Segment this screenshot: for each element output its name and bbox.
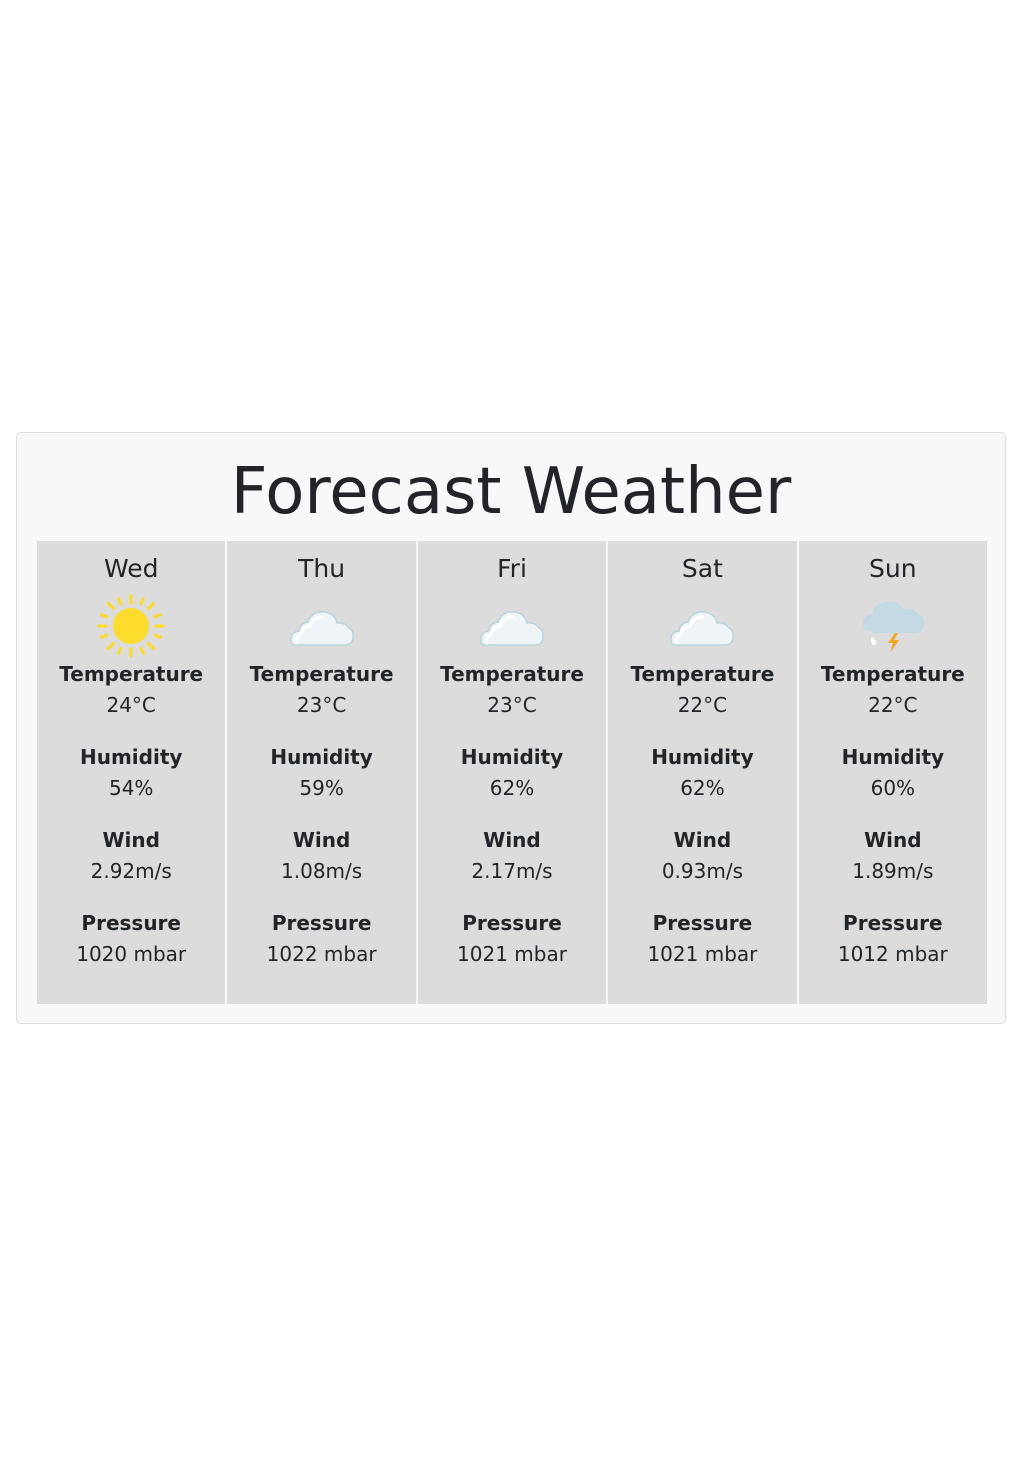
pressure-label: Pressure [81, 911, 181, 935]
temperature-value: 24°C [106, 693, 156, 717]
day-name: Sat [681, 554, 723, 583]
wind-value: 2.92m/s [90, 859, 172, 883]
pressure-label: Pressure [462, 911, 562, 935]
day-card-sun: Sun Temperature 22°C Humidity 60% Wind 1… [798, 541, 988, 1004]
pressure-label: Pressure [843, 911, 943, 935]
humidity-metric: Humidity 62% [608, 745, 796, 800]
day-card-sat: Sat Temperature 22°C Humidity 62% Wind 0… [608, 541, 797, 1004]
humidity-label: Humidity [460, 745, 564, 769]
pressure-value: 1021 mbar [647, 942, 758, 966]
temperature-label: Temperature [440, 662, 584, 686]
humidity-label: Humidity [270, 745, 373, 769]
pressure-metric: Pressure 1021 mbar [608, 911, 796, 966]
temperature-metric: Temperature 22°C [799, 662, 987, 717]
forecast-days: Wed Temperature 24°C Humidity 54% Wind 2… [37, 541, 988, 1004]
wind-metric: Wind 2.92m/s [37, 828, 225, 883]
temperature-metric: Temperature 23°C [227, 662, 415, 717]
thunderstorm-icon [862, 601, 925, 653]
wind-label: Wind [864, 828, 922, 852]
day-card-fri: Fri Temperature 23°C Humidity 62% Wind 2… [417, 541, 607, 1004]
temperature-metric: Temperature 24°C [37, 662, 225, 717]
pressure-metric: Pressure 1012 mbar [799, 911, 987, 966]
day-card-thu: Thu Temperature 23°C Humidity 59% Wind 1… [227, 541, 416, 1004]
temperature-value: 22°C [677, 693, 728, 717]
pressure-value: 1022 mbar [266, 942, 377, 966]
temperature-metric: Temperature 22°C [608, 662, 796, 717]
pressure-metric: Pressure 1022 mbar [227, 911, 415, 966]
wind-label: Wind [483, 828, 541, 852]
pressure-label: Pressure [652, 911, 753, 935]
humidity-metric: Humidity 59% [227, 745, 415, 800]
pressure-value: 1020 mbar [76, 942, 187, 966]
temperature-label: Temperature [820, 662, 965, 686]
day-name: Thu [298, 554, 346, 583]
temperature-value: 22°C [868, 693, 918, 717]
humidity-label: Humidity [841, 745, 945, 769]
wind-value: 1.89m/s [852, 859, 934, 883]
cloud-icon [289, 611, 354, 646]
day-name: Wed [103, 554, 159, 583]
pressure-label: Pressure [271, 911, 372, 935]
wind-value: 0.93m/s [661, 859, 743, 883]
temperature-metric: Temperature 23°C [418, 662, 606, 717]
temperature-label: Temperature [59, 662, 204, 686]
humidity-label: Humidity [79, 745, 183, 769]
temperature-label: Temperature [249, 662, 394, 686]
humidity-value: 59% [299, 776, 344, 800]
humidity-value: 60% [870, 776, 916, 800]
wind-metric: Wind 1.89m/s [799, 828, 987, 883]
humidity-value: 62% [680, 776, 725, 800]
day-name: Sun [869, 554, 917, 583]
humidity-value: 54% [108, 776, 154, 800]
wind-label: Wind [292, 828, 351, 852]
sun-icon [97, 594, 165, 658]
wind-metric: Wind 2.17m/s [418, 828, 606, 883]
wind-label: Wind [102, 828, 160, 852]
pressure-value: 1012 mbar [837, 942, 948, 966]
pressure-value: 1021 mbar [457, 942, 567, 966]
day-name: Fri [497, 554, 527, 583]
pressure-metric: Pressure 1020 mbar [37, 911, 225, 966]
day-card-wed: Wed Temperature 24°C Humidity 54% Wind 2… [37, 541, 226, 1004]
temperature-value: 23°C [296, 693, 347, 717]
page-title: Forecast Weather [230, 455, 792, 529]
wind-label: Wind [673, 828, 732, 852]
wind-value: 2.17m/s [471, 859, 553, 883]
wind-metric: Wind 0.93m/s [608, 828, 796, 883]
temperature-label: Temperature [630, 662, 775, 686]
forecast-panel: Forecast Weather Wed Temperature 24°C Hu… [16, 432, 1006, 1024]
temperature-value: 23°C [487, 693, 537, 717]
humidity-metric: Humidity 60% [799, 745, 987, 800]
humidity-value: 62% [489, 776, 535, 800]
wind-metric: Wind 1.08m/s [227, 828, 415, 883]
pressure-metric: Pressure 1021 mbar [418, 911, 606, 966]
humidity-metric: Humidity 62% [418, 745, 606, 800]
cloud-icon [480, 611, 544, 646]
humidity-label: Humidity [651, 745, 754, 769]
wind-value: 1.08m/s [281, 859, 363, 883]
humidity-metric: Humidity 54% [37, 745, 225, 800]
cloud-icon [670, 611, 735, 646]
